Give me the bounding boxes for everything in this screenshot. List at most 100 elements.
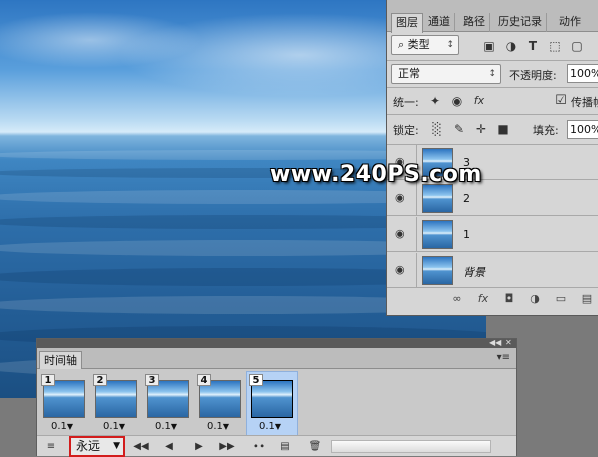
- blend-row: 正常 ↕ 不透明度: 100%: [387, 61, 598, 87]
- folder-icon[interactable]: ▭: [553, 291, 569, 307]
- blend-mode-label: 正常: [398, 67, 420, 80]
- visibility-toggle[interactable]: ◉: [387, 253, 417, 288]
- frame-number: 2: [93, 374, 107, 386]
- frame-delay-value: 0.1: [155, 421, 171, 432]
- frame-delay-select[interactable]: 0.1▼: [103, 421, 125, 432]
- layer-row[interactable]: ◉ 1: [387, 217, 598, 252]
- layer-name: 2: [463, 192, 470, 205]
- frame-delay-select[interactable]: 0.1▼: [51, 421, 73, 432]
- filter-kind-label: 类型: [407, 38, 430, 51]
- propagate-label: 传播帧: [571, 96, 598, 109]
- layers-footer: ∞ fx ◘ ◑ ▭ ▤: [387, 288, 598, 310]
- layer-thumbnail: [422, 184, 453, 213]
- play-icon[interactable]: ▶: [191, 439, 207, 454]
- panel-titlebar[interactable]: ◀◀ ✕: [37, 338, 516, 348]
- eye-icon: ◉: [395, 263, 405, 276]
- image-icon[interactable]: ▣: [481, 38, 497, 54]
- tab-actions[interactable]: 动作: [555, 13, 585, 32]
- lock-all-icon[interactable]: ■: [495, 121, 511, 137]
- opacity-input[interactable]: 100%: [567, 64, 598, 83]
- smart-object-icon[interactable]: ▢: [569, 38, 585, 54]
- fx-icon[interactable]: fx: [475, 291, 491, 307]
- layer-row[interactable]: ◉ 背景: [387, 253, 598, 288]
- unify-row: 统一: ✦ ◉ fx ☑ 传播帧: [387, 88, 598, 114]
- frame-delay-select[interactable]: 0.1▼: [155, 421, 177, 432]
- search-icon: ⌕: [398, 38, 405, 51]
- timeline-controls: ≡ 永远 ▼ ◀◀ ◀ ▶ ▶▶ ∙∙ ▤ 🗑: [37, 435, 516, 457]
- visibility-toggle[interactable]: ◉: [387, 217, 417, 252]
- animation-frame[interactable]: 4 0.1▼: [195, 372, 245, 435]
- previous-frame-icon[interactable]: ◀: [161, 439, 177, 454]
- loop-options-select[interactable]: 永远 ▼: [69, 436, 125, 457]
- animation-frame[interactable]: 2 0.1▼: [91, 372, 141, 435]
- layer-thumbnail: [422, 256, 453, 285]
- tab-layers[interactable]: 图层: [391, 13, 423, 33]
- opacity-label: 不透明度:: [509, 69, 557, 82]
- adjustment-icon[interactable]: ◑: [527, 291, 543, 307]
- caret-down-icon: ▼: [274, 422, 282, 431]
- layers-panel: 图层 通道 路径 历史记录 动作 ⌕ 类型 ↕ ▣ ◑ T ⬚ ▢ 正常 ↕ 不…: [386, 0, 598, 316]
- tween-icon[interactable]: ∙∙: [251, 439, 267, 454]
- filter-kind-select[interactable]: ⌕ 类型 ↕: [391, 35, 459, 55]
- frame-number: 4: [197, 374, 211, 386]
- frame-delay-select[interactable]: 0.1▼: [207, 421, 229, 432]
- caret-down-icon: ▼: [113, 441, 120, 451]
- frame-delay-value: 0.1: [103, 421, 119, 432]
- link-icon[interactable]: ∞: [449, 291, 465, 307]
- panel-menu-icon[interactable]: ▾≡: [497, 352, 510, 363]
- frame-delay-value: 0.1: [207, 421, 223, 432]
- convert-timeline-icon[interactable]: ≡: [43, 439, 59, 454]
- type-filter-icon[interactable]: T: [525, 38, 541, 54]
- lock-label: 锁定:: [393, 124, 419, 137]
- frame-delay-value: 0.1: [259, 421, 275, 432]
- frame-number: 1: [41, 374, 55, 386]
- frame-number: 3: [145, 374, 159, 386]
- timeline-panel: ◀◀ ✕ 时间轴 ▾≡ 1 0.1▼ 2 0.1▼ 3 0.1▼ 4 0.1▼ …: [36, 338, 517, 457]
- unify-position-icon[interactable]: ✦: [427, 93, 443, 109]
- frame-delay-select[interactable]: 0.1▼: [259, 421, 281, 432]
- mask-icon[interactable]: ◘: [501, 291, 517, 307]
- trash-icon[interactable]: 🗑: [307, 439, 323, 454]
- tab-history[interactable]: 历史记录: [494, 13, 547, 32]
- collapse-icon[interactable]: ◀◀: [489, 338, 501, 347]
- propagate-checkbox[interactable]: ☑: [553, 93, 569, 109]
- caret-down-icon: ▼: [118, 422, 126, 431]
- lock-pixels-icon[interactable]: ✎: [451, 121, 467, 137]
- eye-icon: ◉: [395, 191, 405, 204]
- timeline-tab-bar: 时间轴 ▾≡: [37, 348, 516, 369]
- duplicate-frame-icon[interactable]: ▤: [277, 439, 293, 454]
- frame-number: 5: [249, 374, 263, 386]
- lock-position-icon[interactable]: ✛: [473, 121, 489, 137]
- eye-icon: ◉: [395, 227, 405, 240]
- layer-filter-row: ⌕ 类型 ↕ ▣ ◑ T ⬚ ▢: [387, 32, 598, 60]
- next-frame-icon[interactable]: ▶▶: [219, 439, 235, 454]
- timeline-scrollbar[interactable]: [331, 440, 491, 453]
- caret-down-icon: ▼: [66, 422, 74, 431]
- lock-row: 锁定: ░ ✎ ✛ ■ 填充: 100%: [387, 115, 598, 143]
- unify-style-icon[interactable]: fx: [471, 93, 487, 109]
- unify-label: 统一:: [393, 96, 419, 109]
- animation-frame[interactable]: 1 0.1▼: [39, 372, 89, 435]
- lock-transparency-icon[interactable]: ░: [429, 121, 445, 137]
- tab-paths[interactable]: 路径: [459, 13, 490, 32]
- layer-name: 背景: [463, 266, 485, 279]
- layer-thumbnail: [422, 220, 453, 249]
- fill-input[interactable]: 100%: [567, 120, 598, 139]
- caret-down-icon: ▼: [170, 422, 178, 431]
- unify-visibility-icon[interactable]: ◉: [449, 93, 465, 109]
- updown-arrow-icon: ↕: [446, 40, 454, 50]
- frame-strip: 1 0.1▼ 2 0.1▼ 3 0.1▼ 4 0.1▼ 5 0.1▼: [37, 369, 516, 436]
- close-icon[interactable]: ✕: [505, 338, 512, 347]
- shape-icon[interactable]: ⬚: [547, 38, 563, 54]
- blend-mode-select[interactable]: 正常 ↕: [391, 64, 501, 84]
- animation-frame-selected[interactable]: 5 0.1▼: [246, 371, 298, 436]
- new-layer-icon[interactable]: ▤: [579, 291, 595, 307]
- fill-label: 填充:: [533, 124, 559, 137]
- loop-option-label: 永远: [76, 439, 101, 453]
- tab-timeline[interactable]: 时间轴: [39, 351, 82, 369]
- layer-name: 1: [463, 228, 470, 241]
- first-frame-icon[interactable]: ◀◀: [133, 439, 149, 454]
- circle-half-icon[interactable]: ◑: [503, 38, 519, 54]
- animation-frame[interactable]: 3 0.1▼: [143, 372, 193, 435]
- tab-channels[interactable]: 通道: [424, 13, 455, 32]
